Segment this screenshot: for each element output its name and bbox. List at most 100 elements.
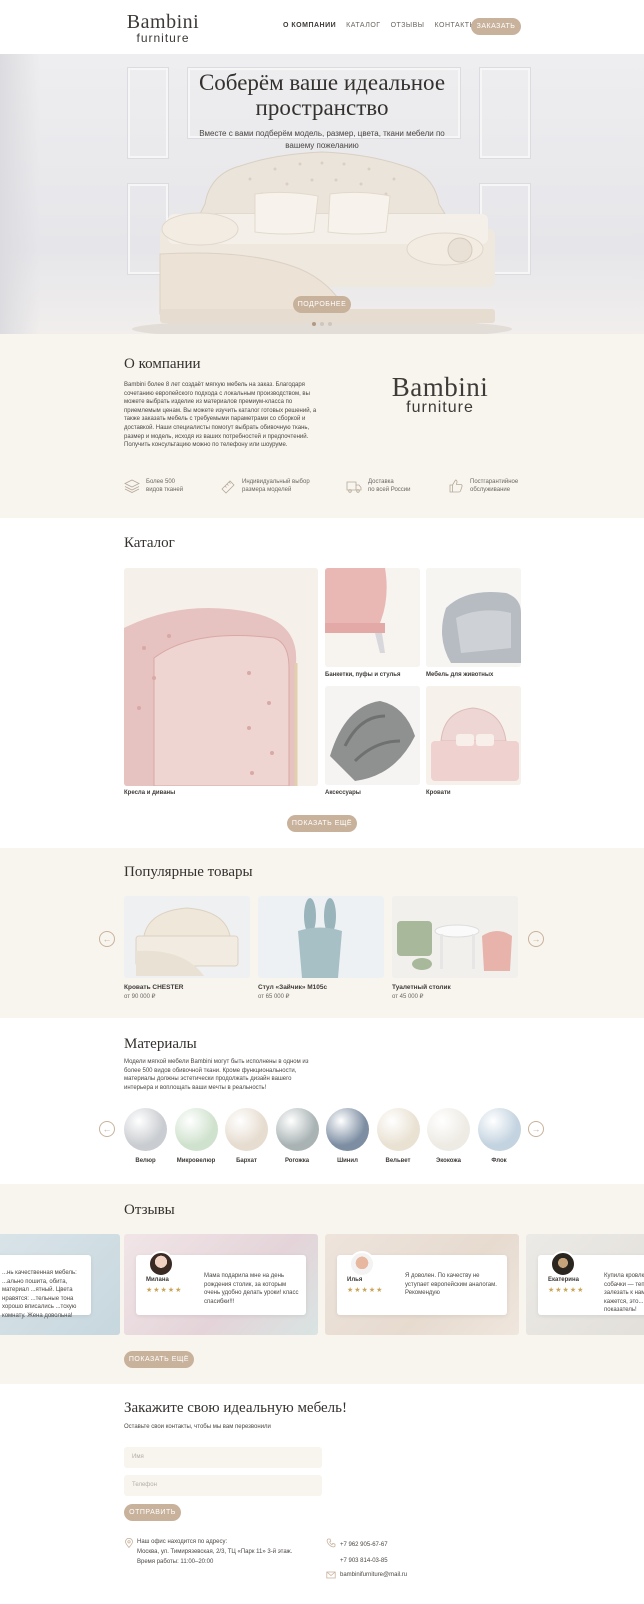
reviews-title: Отзывы — [124, 1202, 175, 1218]
catalog-card-poufs[interactable] — [325, 568, 420, 667]
review-content: Милана ★★★★★ Мама подарила мне на день р… — [136, 1251, 306, 1315]
review-card: ...нь качественная мебель: ...ально поши… — [0, 1234, 120, 1335]
hero-slider: Соберём ваше идеальное пространство Вмес… — [0, 54, 644, 334]
email-link[interactable]: bambinifurniture@mail.ru — [340, 1570, 407, 1580]
phone-numbers: +7 962 905-67-67 +7 903 814-03-85 — [340, 1537, 388, 1569]
name-field[interactable]: Имя — [124, 1447, 322, 1468]
materials-next-arrow[interactable]: → — [528, 1121, 544, 1137]
address-line: Наш офис находится по адресу: — [137, 1539, 228, 1545]
hero-more-button[interactable]: Подробнее — [293, 296, 351, 313]
popular-next-arrow[interactable]: → — [528, 931, 544, 947]
nav-item-reviews[interactable]: Отзывы — [391, 22, 425, 29]
catalog-card-accessories[interactable] — [325, 686, 420, 785]
swatch-name: Флок — [491, 1158, 507, 1164]
catalog-label[interactable]: Кресла и диваны — [124, 790, 175, 796]
reviewer-name: Илья — [347, 1277, 363, 1283]
feature-delivery: Доставка по всей России — [346, 478, 448, 494]
header-logo[interactable]: Bambini furniture — [124, 11, 202, 45]
catalog-show-more-button[interactable]: Показать ещё — [287, 815, 357, 832]
logo-line1: Bambini — [126, 11, 200, 33]
hero-title: Соберём ваше идеальное пространство — [198, 70, 446, 120]
review-text: ...нь качественная мебель: ...ально поши… — [2, 1270, 77, 1319]
accessories-image — [325, 686, 420, 785]
review-content: ...нь качественная мебель: ...ально поши… — [0, 1255, 91, 1319]
review-card: Екатерина ★★★★★ Купила кровлку ... собач… — [526, 1234, 644, 1335]
popular-prev-arrow[interactable]: ← — [99, 931, 115, 947]
phone-field[interactable]: Телефон — [124, 1475, 322, 1496]
material-swatch[interactable]: Бархат — [225, 1108, 268, 1164]
reviewer-avatar — [550, 1251, 576, 1277]
swatch-circle — [174, 1108, 218, 1151]
armchair-image — [124, 568, 318, 786]
swatch-name: Бархат — [236, 1158, 257, 1164]
product-name: Стул «Зайчик» M105c — [258, 984, 328, 991]
feature-text: обслуживание — [470, 487, 511, 493]
review-stars: ★★★★★ — [146, 1287, 183, 1294]
catalog-label[interactable]: Аксессуары — [325, 790, 361, 796]
feature-fabrics: Более 500 видов тканей — [124, 478, 220, 494]
feature-service: Постгарантийное обслуживание — [448, 478, 548, 494]
reviewer-avatar — [148, 1251, 174, 1277]
feature-text: размера моделей — [242, 487, 292, 493]
reviewer-name: Милана — [146, 1277, 169, 1283]
logo-line2: furniture — [136, 31, 190, 45]
material-swatch[interactable]: Велюр — [124, 1108, 167, 1164]
material-swatch[interactable]: Флок — [477, 1108, 521, 1164]
product-card[interactable]: Стул «Зайчик» M105c от 65 000 ₽ — [258, 896, 384, 1000]
main-nav: О компании Каталог Отзывы Контакты — [283, 22, 476, 29]
address-line: Москва, ул. Тимирязевская, 2/3, ТЦ «Парк… — [137, 1549, 293, 1555]
catalog-label[interactable]: Мебель для животных — [426, 672, 493, 678]
material-swatch[interactable]: Шинил — [326, 1108, 369, 1164]
product-price: от 65 000 ₽ — [258, 994, 290, 1000]
catalog-label[interactable]: Кровати — [426, 790, 451, 796]
popular-section: Популярные товары ← → Кровать CHESTER от… — [0, 848, 644, 1018]
swatch-name: Микровелюр — [176, 1158, 216, 1164]
slider-dot[interactable] — [328, 322, 332, 326]
nav-item-catalog[interactable]: Каталог — [346, 22, 380, 29]
materials-section: Материалы Модели мягкой мебели Bambini м… — [0, 1018, 644, 1184]
material-swatch[interactable]: Экокожа — [427, 1108, 470, 1164]
product-name: Кровать CHESTER — [124, 984, 184, 991]
submit-button[interactable]: Отправить — [124, 1504, 181, 1521]
catalog-label[interactable]: Банкетки, пуфы и стулья — [325, 672, 400, 678]
material-swatch[interactable]: Микровелюр — [174, 1108, 218, 1164]
product-card[interactable]: Туалетный столик от 45 000 ₽ — [392, 896, 518, 1000]
swatch-circle — [225, 1108, 268, 1151]
header-order-button[interactable]: Заказать — [471, 18, 521, 35]
office-address: Наш офис находится по адресу: Москва, ул… — [137, 1537, 317, 1567]
swatch-circle — [326, 1108, 369, 1151]
review-content: Илья ★★★★★ Я доволен. По качеству не уст… — [337, 1251, 507, 1315]
thumbs-up-icon — [449, 479, 463, 493]
popular-title: Популярные товары — [124, 864, 253, 880]
review-card: Милана ★★★★★ Мама подарила мне на день р… — [124, 1234, 318, 1335]
phone-link[interactable]: +7 962 905-67-67 — [340, 1537, 388, 1553]
material-swatch[interactable]: Рогожка — [275, 1108, 319, 1164]
nav-item-contacts[interactable]: Контакты — [435, 22, 477, 29]
swatch-circle — [376, 1108, 420, 1151]
site-header: Bambini furniture О компании Каталог Отз… — [0, 0, 644, 54]
catalog-card-beds[interactable] — [426, 686, 521, 785]
feature-text: Доставка — [368, 479, 394, 485]
product-image — [392, 896, 518, 978]
bed-image — [426, 686, 521, 785]
materials-prev-arrow[interactable]: ← — [99, 1121, 115, 1137]
slider-dot[interactable] — [320, 322, 324, 326]
layers-icon — [124, 479, 140, 493]
product-image — [258, 896, 384, 978]
order-title: Закажите свою идеальную мебель! — [124, 1400, 348, 1416]
catalog-card-armchairs[interactable] — [124, 568, 318, 786]
order-subtitle: Оставьте свои контакты, чтобы мы вам пер… — [124, 1424, 271, 1430]
slider-dot[interactable] — [312, 322, 316, 326]
material-swatch[interactable]: Вельвет — [376, 1108, 420, 1164]
review-stars: ★★★★★ — [347, 1287, 384, 1294]
swatch-name: Велюр — [135, 1158, 156, 1164]
logo-line1: Bambini — [391, 372, 489, 402]
phone-link[interactable]: +7 903 814-03-85 — [340, 1553, 388, 1569]
nav-item-about[interactable]: О компании — [283, 22, 336, 29]
product-card[interactable]: Кровать CHESTER от 90 000 ₽ — [124, 896, 250, 1000]
reviews-show-more-button[interactable]: Показать ещё — [124, 1351, 194, 1368]
catalog-card-pets[interactable] — [426, 568, 521, 667]
ruler-icon — [221, 480, 235, 494]
swatch-name: Вельвет — [385, 1158, 411, 1164]
swatch-name: Рогожка — [284, 1158, 310, 1164]
